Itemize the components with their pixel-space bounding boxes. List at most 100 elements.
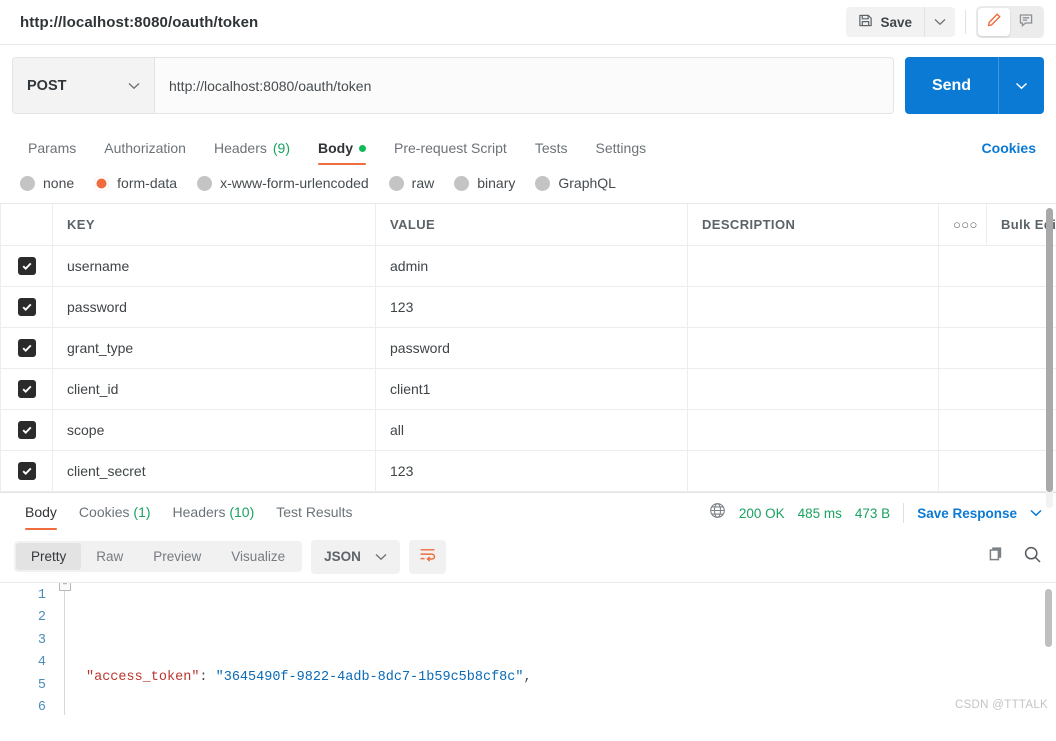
- row-value[interactable]: admin: [375, 245, 688, 287]
- row-description[interactable]: [687, 450, 939, 492]
- table-header: KEY VALUE DESCRIPTION ○○○ Bulk Edit: [0, 204, 1056, 246]
- row-key[interactable]: client_secret: [52, 450, 376, 492]
- viewer-mode-visualize[interactable]: Visualize: [216, 543, 300, 570]
- response-format-select[interactable]: JSON: [311, 539, 400, 574]
- row-description[interactable]: [687, 327, 939, 369]
- row-checkbox-cell[interactable]: [0, 368, 53, 410]
- tab-authorization[interactable]: Authorization: [90, 134, 200, 165]
- edit-mode-button[interactable]: [978, 8, 1010, 36]
- word-wrap-button[interactable]: [408, 539, 446, 574]
- row-value[interactable]: password: [375, 327, 688, 369]
- table-row[interactable]: grant_type password: [0, 327, 1056, 369]
- checkbox-checked-icon[interactable]: [17, 461, 36, 480]
- table-row[interactable]: client_id client1: [0, 368, 1056, 410]
- checkbox-checked-icon[interactable]: [17, 420, 36, 439]
- response-tab-bar: Body Cookies (1) Headers (10) Test Resul…: [0, 491, 1056, 534]
- save-response-caret-icon[interactable]: [1030, 504, 1042, 522]
- row-value[interactable]: 123: [375, 450, 688, 492]
- copy-icon[interactable]: [987, 545, 1005, 568]
- response-body-json[interactable]: 1 2 3 4 5 6 – "access_token": "3645490f-…: [0, 581, 1056, 715]
- tab-params[interactable]: Params: [14, 134, 90, 165]
- cookies-link[interactable]: Cookies: [976, 134, 1042, 165]
- row-checkbox-cell[interactable]: [0, 450, 53, 492]
- response-tab-headers-count: (10): [229, 504, 255, 520]
- json-punct: :: [199, 670, 216, 685]
- tab-body[interactable]: Body: [304, 134, 380, 165]
- save-dropdown-caret[interactable]: [924, 7, 955, 37]
- save-button[interactable]: Save: [846, 7, 924, 37]
- code-fold-icon[interactable]: –: [59, 582, 71, 591]
- table-row[interactable]: scope all: [0, 409, 1056, 451]
- row-description[interactable]: [687, 368, 939, 410]
- body-type-binary[interactable]: binary: [454, 175, 515, 191]
- json-line-partial: [86, 615, 540, 638]
- url-input[interactable]: http://localhost:8080/oauth/token: [154, 57, 894, 114]
- response-tab-headers[interactable]: Headers (10): [162, 495, 266, 531]
- response-tab-cookies[interactable]: Cookies (1): [68, 495, 162, 531]
- row-value[interactable]: 123: [375, 286, 688, 328]
- tab-tests[interactable]: Tests: [521, 134, 582, 165]
- table-scrollbar-thumb[interactable]: [1046, 208, 1053, 492]
- response-tab-test-results-label: Test Results: [276, 504, 353, 520]
- tab-tests-label: Tests: [534, 140, 568, 156]
- send-dropdown-caret[interactable]: [998, 57, 1044, 114]
- line-number: 6: [37, 700, 46, 715]
- body-type-form-data[interactable]: form-data: [94, 175, 177, 191]
- row-value[interactable]: client1: [375, 368, 688, 410]
- response-tab-test-results[interactable]: Test Results: [265, 495, 363, 531]
- tab-pre-request-script[interactable]: Pre-request Script: [380, 134, 521, 165]
- row-description[interactable]: [687, 409, 939, 451]
- request-title: http://localhost:8080/oauth/token: [20, 13, 259, 31]
- row-description[interactable]: [687, 245, 939, 287]
- response-size: 473 B: [854, 505, 891, 521]
- line-number: 3: [37, 632, 46, 648]
- response-meta: 200 OK 485 ms 473 B Save Response: [709, 502, 1042, 524]
- select-all-cell: [0, 204, 53, 246]
- http-method-select[interactable]: POST: [12, 57, 154, 114]
- response-tab-body-label: Body: [25, 504, 57, 520]
- checkbox-checked-icon[interactable]: [17, 379, 36, 398]
- tab-settings[interactable]: Settings: [582, 134, 661, 165]
- row-key[interactable]: password: [52, 286, 376, 328]
- body-type-radio-group: none form-data x-www-form-urlencoded raw…: [0, 165, 1056, 203]
- body-type-x-www-form-urlencoded[interactable]: x-www-form-urlencoded: [197, 175, 369, 191]
- row-key[interactable]: grant_type: [52, 327, 376, 369]
- body-type-raw[interactable]: raw: [388, 175, 434, 191]
- table-options-button[interactable]: ○○○: [938, 204, 987, 246]
- line-number-gutter: 1 2 3 4 5 6: [0, 583, 58, 715]
- row-value[interactable]: all: [375, 409, 688, 451]
- response-tab-body[interactable]: Body: [14, 495, 68, 531]
- checkbox-checked-icon[interactable]: [17, 297, 36, 316]
- row-checkbox-cell[interactable]: [0, 286, 53, 328]
- row-checkbox-cell[interactable]: [0, 245, 53, 287]
- viewer-mode-raw[interactable]: Raw: [81, 543, 138, 570]
- table-body: username admin password 123 grant_type p…: [0, 245, 1056, 492]
- checkbox-checked-icon[interactable]: [17, 256, 36, 275]
- table-row[interactable]: client_secret 123: [0, 450, 1056, 492]
- body-type-binary-label: binary: [477, 175, 516, 191]
- comment-mode-button[interactable]: [1010, 8, 1042, 36]
- table-row[interactable]: password 123: [0, 286, 1056, 328]
- viewer-mode-pretty[interactable]: Pretty: [16, 543, 82, 570]
- body-type-none[interactable]: none: [20, 175, 74, 191]
- viewer-mode-preview[interactable]: Preview: [138, 543, 216, 570]
- tab-settings-label: Settings: [595, 140, 647, 156]
- row-checkbox-cell[interactable]: [0, 409, 53, 451]
- search-icon[interactable]: [1023, 545, 1042, 569]
- line-number-partial: 1: [37, 587, 46, 603]
- row-checkbox-cell[interactable]: [0, 327, 53, 369]
- save-response-button[interactable]: Save Response: [917, 506, 1017, 521]
- row-key[interactable]: client_id: [52, 368, 376, 410]
- row-description[interactable]: [687, 286, 939, 328]
- row-key[interactable]: scope: [52, 409, 376, 451]
- json-scrollbar-thumb[interactable]: [1045, 588, 1052, 647]
- radio-icon: [20, 175, 35, 191]
- table-row[interactable]: username admin: [0, 245, 1056, 287]
- checkbox-checked-icon[interactable]: [17, 338, 36, 357]
- top-bar-actions: Save: [846, 6, 1044, 38]
- row-key[interactable]: username: [52, 245, 376, 287]
- radio-icon: [197, 175, 213, 191]
- body-type-graphql[interactable]: GraphQL: [535, 175, 616, 191]
- tab-headers[interactable]: Headers (9): [200, 134, 304, 165]
- send-button[interactable]: Send: [905, 57, 998, 114]
